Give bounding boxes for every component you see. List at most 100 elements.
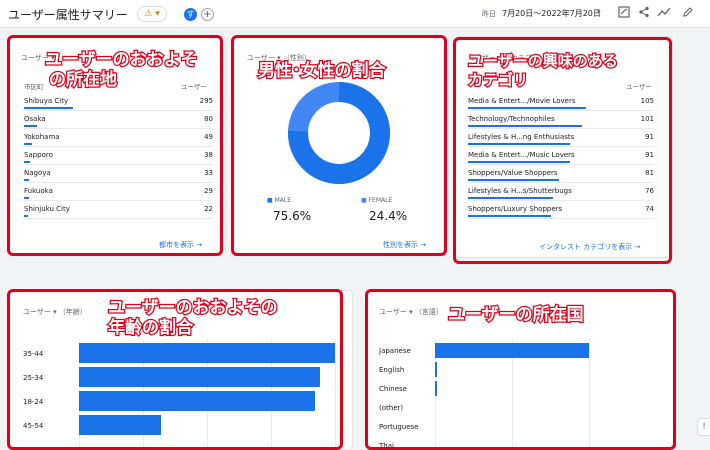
interest-label: Media & Entert.../Movie Lovers: [468, 97, 576, 105]
row-divider: [24, 146, 213, 147]
age-metric-selector[interactable]: ユーザー ▾ （年齢）: [23, 307, 87, 317]
interest-value: 81: [645, 169, 654, 177]
chart-bar[interactable]: [79, 415, 161, 435]
row-divider: [24, 164, 213, 165]
arrow-right-icon: →: [634, 243, 641, 251]
city-label: Shibuya City: [24, 97, 69, 105]
value-bar: [468, 179, 559, 181]
chart-category-label: Portuguese: [379, 423, 419, 431]
city-label: Shinjuku City: [24, 205, 70, 213]
chart-bar[interactable]: [435, 343, 589, 358]
interest-value: 105: [640, 97, 654, 105]
chart-bar[interactable]: [79, 391, 315, 411]
interest-value: 76: [645, 187, 654, 195]
value-bar: [468, 125, 582, 127]
value-bar: [24, 215, 28, 217]
chart-bar[interactable]: [79, 367, 320, 387]
row-divider: [468, 218, 654, 219]
row-divider: [24, 110, 213, 111]
gender-annotation: 男性･女性の割合: [257, 60, 387, 83]
value-bar: [24, 161, 30, 163]
city-annotation: ユーザーのおおよそ の所在地: [44, 49, 199, 92]
chart-category-label: 18-24: [23, 397, 44, 406]
male-dot-icon: ■: [267, 197, 273, 204]
interest-annotation: ユーザーの興味のある カテゴリ: [467, 51, 619, 91]
row-divider: [468, 110, 654, 111]
chart-category-label: Thai: [379, 442, 394, 450]
chart-gridline: [335, 339, 336, 449]
share-icon[interactable]: [637, 6, 651, 20]
interest-value: 101: [640, 115, 654, 123]
list-item[interactable]: Media & Entert.../Music Lovers 91: [468, 151, 654, 169]
list-item[interactable]: Lifestyles & H...ng Enthusiasts 91: [468, 133, 654, 151]
chart-gridline: [589, 339, 590, 449]
chart-category-label: Chinese: [379, 385, 407, 393]
value-bar: [468, 215, 551, 217]
chevron-down-icon[interactable]: ▾: [597, 8, 601, 16]
list-item[interactable]: Fukuoka 29: [24, 187, 213, 205]
row-divider: [24, 128, 213, 129]
language-metric-selector[interactable]: ユーザー ▾ （言語）: [379, 307, 443, 317]
row-divider: [24, 182, 213, 183]
language-annotation: ユーザーの所在国: [447, 304, 585, 327]
male-percent: 75.6%: [273, 209, 312, 223]
demographics-summary-page: ユーザー属性サマリー ⚠ ▾ す + 昨日 7月20日～2022年7月20日 ▾…: [0, 0, 710, 450]
list-item[interactable]: Sapporo 38: [24, 151, 213, 169]
chart-bar[interactable]: [79, 343, 335, 363]
chart-bar[interactable]: [435, 381, 437, 396]
interest-list: Media & Entert.../Movie Lovers 105 Technol…: [468, 97, 654, 247]
row-divider: [24, 200, 213, 201]
city-label: Sapporo: [24, 151, 53, 159]
chart-edit-icon[interactable]: [617, 6, 631, 20]
view-cities-link[interactable]: 都市を表示 →: [159, 240, 202, 250]
city-annotation-line2: の所在地: [48, 69, 118, 92]
city-column-header: 市区町: [24, 83, 44, 91]
users-column-header: ユーザー: [626, 83, 652, 91]
row-divider: [468, 164, 654, 165]
city-label: Fukuoka: [24, 187, 53, 195]
insights-icon[interactable]: [657, 6, 671, 20]
list-item[interactable]: Yokohama 49: [24, 133, 213, 151]
chart-category-label: Japanese: [379, 347, 411, 355]
row-divider: [468, 146, 654, 147]
view-interests-label[interactable]: インタレスト カテゴリを表示: [539, 243, 632, 251]
male-label: MALE: [274, 197, 292, 204]
list-item[interactable]: Shibuya City 295: [24, 97, 213, 115]
value-bar: [24, 143, 32, 145]
interest-label: Shoppers/Value Shoppers: [468, 169, 558, 177]
view-gender-label[interactable]: 性別を表示: [383, 241, 418, 249]
city-label: Nagoya: [24, 169, 51, 177]
chart-category-label: (other): [379, 404, 404, 412]
view-gender-link[interactable]: 性別を表示 →: [383, 240, 426, 250]
feedback-icon[interactable]: !: [697, 418, 710, 436]
list-item[interactable]: Lifestyles & H...s/Shutterbugs 76: [468, 187, 654, 205]
list-item[interactable]: Shoppers/Luxury Shoppers 74: [468, 205, 654, 223]
pencil-icon[interactable]: [681, 6, 695, 20]
page-title: ユーザー属性サマリー: [8, 8, 128, 22]
list-item[interactable]: Osaka 80: [24, 115, 213, 133]
date-range-picker[interactable]: 7月20日～2022年7月20日: [502, 8, 601, 19]
avatar[interactable]: す: [184, 8, 197, 21]
list-item[interactable]: Shinjuku City 22: [24, 205, 213, 223]
interest-annotation-line1: ユーザーの興味のある: [467, 51, 619, 72]
list-item[interactable]: Shoppers/Value Shoppers 81: [468, 169, 654, 187]
arrow-right-icon: →: [420, 241, 427, 249]
view-interests-link[interactable]: インタレスト カテゴリを表示 →: [539, 242, 640, 252]
add-comparison-button[interactable]: +: [201, 8, 214, 21]
city-value: 295: [199, 97, 213, 105]
view-cities-label[interactable]: 都市を表示: [159, 241, 194, 249]
list-item[interactable]: Nagoya 33: [24, 169, 213, 187]
list-item[interactable]: Technology/Technophiles 101: [468, 115, 654, 133]
interest-label: Lifestyles & H...ng Enthusiasts: [468, 133, 575, 141]
city-value: 49: [204, 133, 213, 141]
age-bar-chart: 35-44 25-34 18-24 45-54: [23, 339, 348, 449]
warning-dropdown[interactable]: ⚠ ▾: [137, 6, 167, 22]
city-value: 38: [204, 151, 213, 159]
city-value: 80: [204, 115, 213, 123]
list-item[interactable]: Media & Entert.../Movie Lovers 105: [468, 97, 654, 115]
chart-bar[interactable]: [435, 362, 437, 377]
interest-annotation-line2: カテゴリ: [467, 70, 530, 91]
value-bar: [24, 125, 37, 127]
interest-value: 91: [645, 151, 654, 159]
chart-category-label: English: [379, 366, 405, 374]
